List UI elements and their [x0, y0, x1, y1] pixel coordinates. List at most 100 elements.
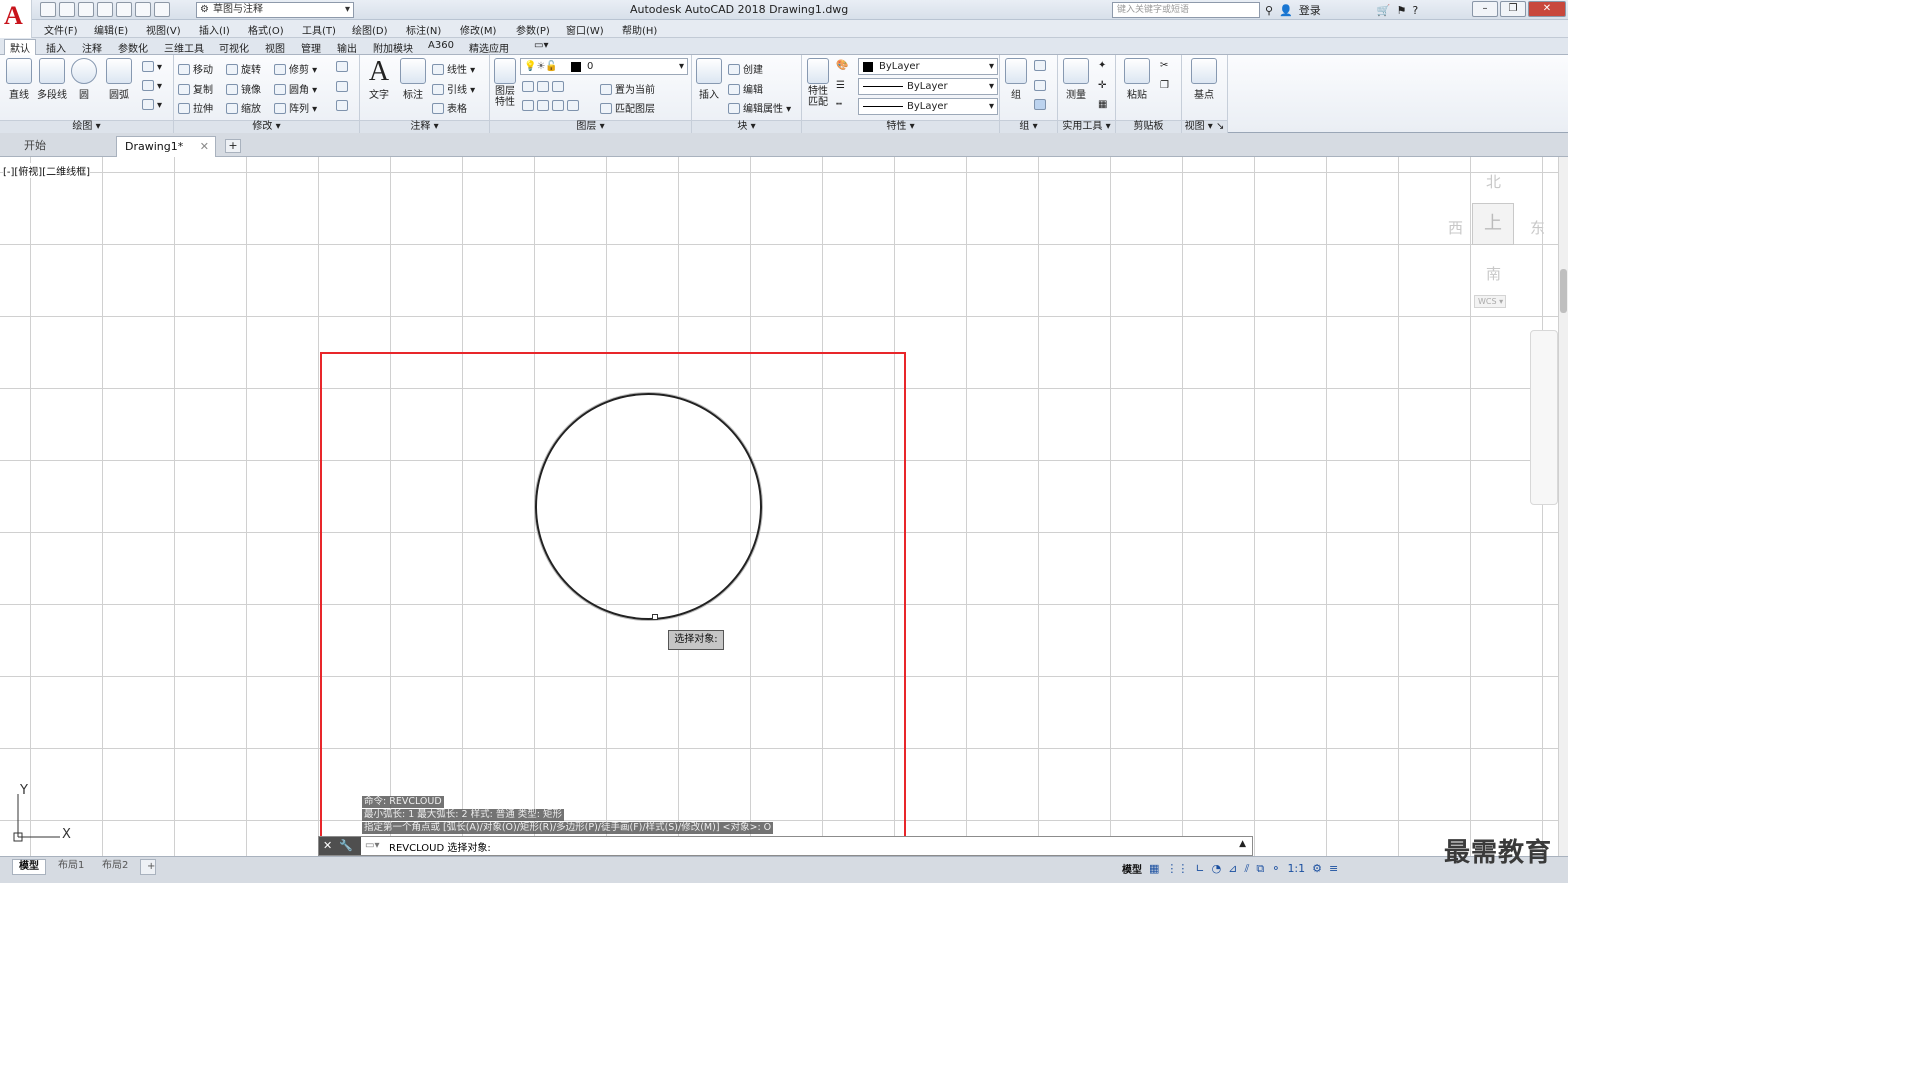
app-menu-button[interactable]: A	[0, 0, 32, 38]
navigation-bar[interactable]	[1530, 330, 1558, 505]
open-icon[interactable]	[59, 2, 75, 17]
viewcube-east[interactable]: 东	[1530, 217, 1545, 238]
annotation-visibility-icon[interactable]: ⚬	[1271, 862, 1280, 875]
close-cmd-icon[interactable]: ✕	[323, 839, 332, 852]
menu-format[interactable]: 格式(O)	[248, 22, 284, 37]
group-select-button[interactable]	[1034, 99, 1049, 111]
hatch-button[interactable]: ▾	[142, 99, 162, 111]
ribbon-options-icon[interactable]: ▭▾	[534, 40, 548, 51]
menu-tools[interactable]: 工具(T)	[302, 22, 336, 37]
undo-icon[interactable]	[135, 2, 151, 17]
new-tab-button[interactable]: +	[225, 139, 241, 153]
text-button[interactable]: A 文字	[364, 58, 394, 102]
viewcube-top-face[interactable]: 上	[1472, 203, 1514, 245]
menu-modify[interactable]: 修改(M)	[460, 22, 496, 37]
close-tab-icon[interactable]: ✕	[200, 137, 209, 156]
mirror-button[interactable]: 镜像	[226, 81, 261, 96]
model-space-button[interactable]: 模型	[1122, 861, 1142, 876]
binoculars-icon[interactable]: ⚲	[1265, 4, 1273, 17]
customize-status-icon[interactable]: ≡	[1329, 862, 1338, 875]
tab-featured-apps[interactable]: 精选应用	[469, 40, 509, 55]
edit-block-button[interactable]: 编辑	[728, 81, 763, 96]
customize-cmd-icon[interactable]: 🔧	[339, 839, 353, 852]
tab-default[interactable]: 默认	[4, 39, 36, 55]
tab-manage[interactable]: 管理	[301, 40, 321, 55]
tab-drawing1[interactable]: Drawing1* ✕	[116, 136, 216, 157]
viewcube[interactable]: 北 西 东 南 上 WCS ▾	[1448, 171, 1558, 321]
selection-cycling-icon[interactable]: ⧉	[1256, 862, 1264, 876]
tab-a360[interactable]: A360	[428, 40, 454, 51]
panel-clipboard-title[interactable]: 剪贴板	[1116, 120, 1181, 133]
minimize-icon[interactable]: –	[1472, 1, 1498, 17]
viewcube-west[interactable]: 西	[1448, 217, 1463, 238]
menu-insert[interactable]: 插入(I)	[199, 22, 230, 37]
ortho-icon[interactable]: ∟	[1195, 862, 1204, 875]
group-edit-button[interactable]	[1034, 80, 1049, 92]
circle-button[interactable]: 圆	[70, 58, 98, 101]
save-as-icon[interactable]	[97, 2, 113, 17]
workspace-gear-icon[interactable]: ⚙	[1312, 862, 1322, 875]
move-button[interactable]: 移动	[178, 61, 213, 76]
menu-window[interactable]: 窗口(W)	[566, 22, 604, 37]
layout-tab-2[interactable]: 布局2	[96, 859, 134, 875]
tab-view[interactable]: 视图	[265, 40, 285, 55]
paste-button[interactable]: 粘贴	[1122, 58, 1152, 101]
dimension-button[interactable]: 标注	[398, 58, 428, 101]
exchange-icon[interactable]: ⚑	[1396, 4, 1406, 17]
workspace-selector[interactable]: 草图与注释	[196, 2, 354, 18]
tab-output[interactable]: 输出	[337, 40, 357, 55]
tab-annotate[interactable]: 注释	[82, 40, 102, 55]
annotation-scale[interactable]: 1:1	[1287, 862, 1305, 875]
panel-view-title[interactable]: 视图 ▾ ↘	[1182, 120, 1227, 133]
command-input[interactable]: REVCLOUD 选择对象:	[389, 839, 491, 854]
panel-groups-title[interactable]: 组 ▾	[1000, 120, 1057, 133]
measure-button[interactable]: 测量	[1060, 58, 1092, 101]
fillet-button[interactable]: 圆角 ▾	[274, 81, 317, 96]
panel-block-title[interactable]: 块 ▾	[692, 120, 801, 133]
save-icon[interactable]	[78, 2, 94, 17]
layer-properties-button[interactable]: 图层 特性	[492, 58, 518, 108]
match-layer-button[interactable]: 匹配图层	[600, 100, 655, 115]
snap-icon[interactable]: ⋮⋮	[1166, 862, 1188, 875]
search-input[interactable]: 键入关键字或短语	[1112, 2, 1260, 18]
tab-insert[interactable]: 插入	[46, 40, 66, 55]
login-button[interactable]: 登录	[1299, 2, 1321, 18]
ellipse-button[interactable]: ▾	[142, 80, 162, 92]
tab-addins[interactable]: 附加模块	[373, 40, 413, 55]
add-layout-button[interactable]: +	[140, 859, 156, 875]
tab-parametric[interactable]: 参数化	[118, 40, 148, 55]
point-icon[interactable]: ✛	[1098, 80, 1106, 91]
tab-3d-tools[interactable]: 三维工具	[164, 40, 204, 55]
layout-tab-1[interactable]: 布局1	[52, 859, 90, 875]
viewport-controls[interactable]: [-][俯视][二维线框]	[3, 163, 91, 178]
cart-icon[interactable]: 🛒	[1377, 4, 1391, 17]
command-history-toggle-icon[interactable]: ▲	[1239, 839, 1246, 849]
line-button[interactable]: 直线	[4, 58, 34, 101]
linetype-dropdown[interactable]: ByLayer	[858, 78, 998, 95]
panel-modify-title[interactable]: 修改 ▾	[174, 120, 359, 133]
menu-parametric[interactable]: 参数(P)	[516, 22, 550, 37]
quick-select-icon[interactable]: ✦	[1098, 60, 1106, 71]
match-properties-button[interactable]: 特性 匹配	[804, 58, 832, 108]
panel-utilities-title[interactable]: 实用工具 ▾	[1058, 120, 1115, 133]
layer-tools-row2[interactable]	[522, 100, 582, 112]
recent-commands-icon[interactable]: ▭▾	[365, 840, 379, 851]
leader-button[interactable]: 引线 ▾	[432, 81, 475, 96]
tab-start[interactable]: 开始	[16, 136, 54, 157]
layer-dropdown[interactable]: 💡☀🔓 0	[520, 58, 688, 75]
create-block-button[interactable]: 创建	[728, 61, 763, 76]
command-line[interactable]: ✕ 🔧 ▭▾ REVCLOUD 选择对象: ▲	[318, 836, 1253, 856]
group-button[interactable]: 组	[1002, 58, 1030, 101]
layout-tab-model[interactable]: 模型	[12, 859, 46, 875]
lineweight-toggle-icon[interactable]: ⫽	[1244, 862, 1249, 876]
explode-button[interactable]	[336, 81, 351, 93]
polar-icon[interactable]: ◔	[1212, 862, 1222, 875]
copy-button[interactable]: 复制	[178, 81, 213, 96]
linear-button[interactable]: 线性 ▾	[432, 61, 475, 76]
panel-draw-title[interactable]: 绘图 ▾	[0, 120, 173, 133]
grid-icon[interactable]: ▦	[1149, 862, 1159, 875]
drawing-canvas[interactable]: [-][俯视][二维线框] 北 西 东 南 上 WCS ▾ 选择对象: Y X …	[0, 157, 1558, 856]
erase-button[interactable]	[336, 61, 351, 73]
edit-attributes-button[interactable]: 编辑属性 ▾	[728, 100, 791, 115]
rectangle-button[interactable]: ▾	[142, 61, 162, 73]
